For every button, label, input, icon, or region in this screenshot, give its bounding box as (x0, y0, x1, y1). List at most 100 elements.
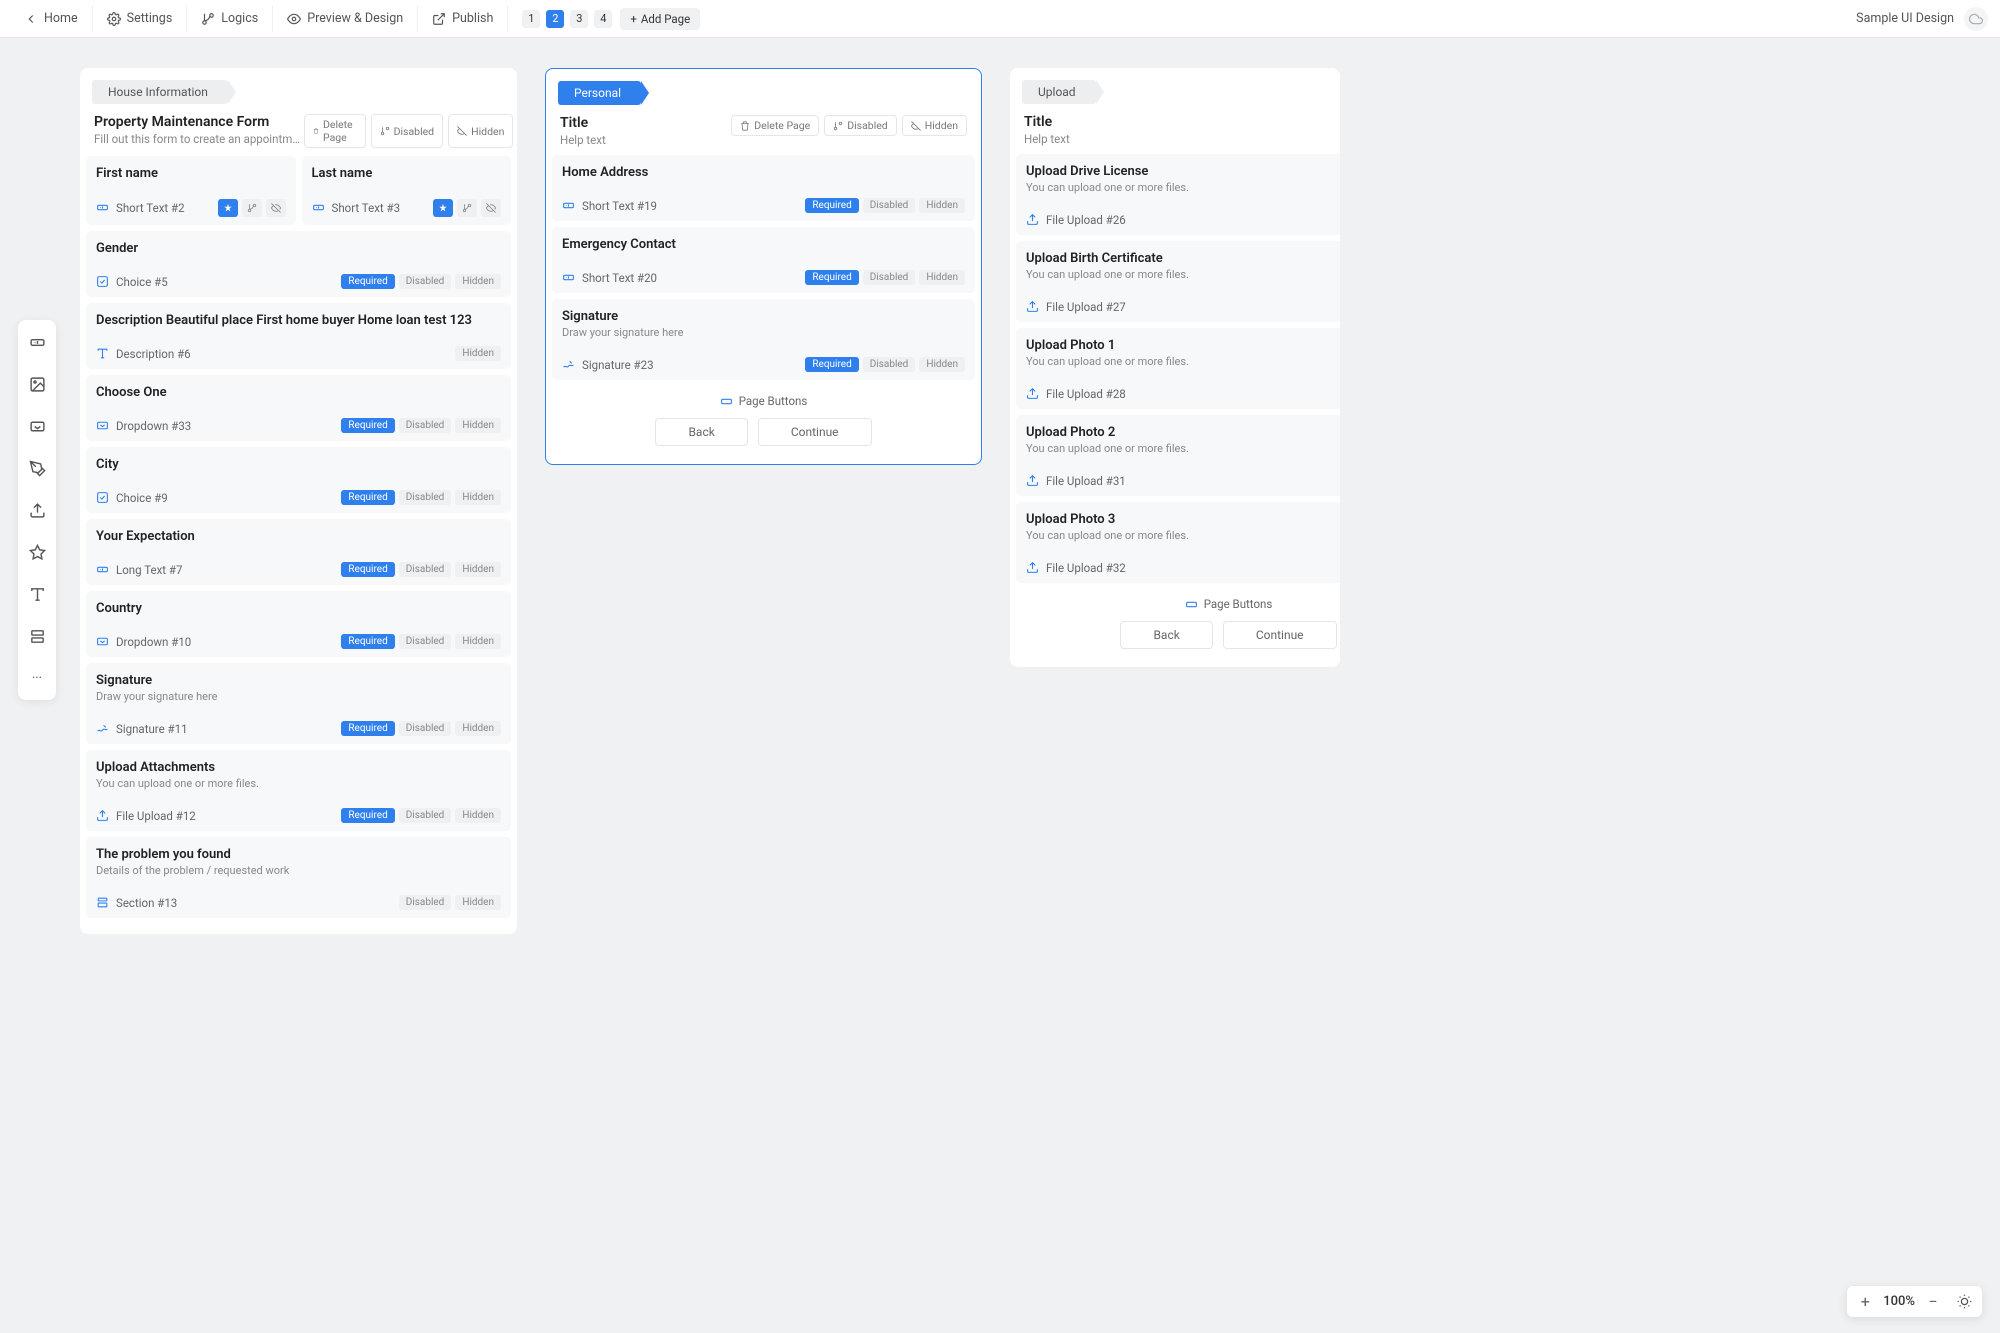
field-type-label: Dropdown #10 (96, 635, 191, 649)
form-field[interactable]: First name Short Text #2 (86, 156, 296, 225)
form-field[interactable]: Upload Drive License You can upload one … (1016, 154, 1340, 235)
short-text-icon (312, 201, 326, 215)
continue-button[interactable]: Continue (1223, 621, 1337, 649)
canvas[interactable]: House Information Property Maintenance F… (0, 38, 2000, 1333)
disable-page-button[interactable]: Disabled (824, 115, 897, 136)
disabled-flag[interactable]: Disabled (399, 418, 452, 433)
form-field[interactable]: Country Dropdown #10 RequiredDisabledHid… (86, 591, 511, 657)
form-field[interactable]: The problem you found Details of the pro… (86, 837, 511, 918)
upload-tool[interactable] (22, 496, 52, 524)
hidden-flag[interactable]: Hidden (455, 418, 501, 433)
hidden-flag[interactable]: Hidden (919, 198, 965, 213)
hidden-flag[interactable]: Hidden (455, 634, 501, 649)
more-tools[interactable]: ··· (22, 664, 52, 692)
page-num-3[interactable]: 3 (570, 10, 588, 28)
form-field[interactable]: Your Expectation Long Text #7 RequiredDi… (86, 519, 511, 585)
form-field[interactable]: Last name Short Text #3 (302, 156, 512, 225)
page-num-1[interactable]: 1 (522, 10, 540, 28)
disabled-flag[interactable]: Disabled (399, 721, 452, 736)
form-field[interactable]: Upload Birth Certificate You can upload … (1016, 241, 1340, 322)
required-icon-flag[interactable] (218, 199, 238, 217)
form-field[interactable]: Emergency Contact Short Text #20 Require… (552, 227, 975, 293)
required-flag[interactable]: Required (805, 357, 858, 372)
rating-tool[interactable] (22, 538, 52, 566)
page-num-2[interactable]: 2 (546, 10, 564, 28)
hidden-flag[interactable]: Hidden (455, 274, 501, 289)
disabled-flag[interactable]: Disabled (399, 808, 452, 823)
disabled-flag[interactable]: Disabled (863, 357, 916, 372)
logic-icon-flag[interactable] (242, 199, 262, 217)
hide-page-button[interactable]: Hidden (902, 115, 967, 136)
delete-page-button[interactable]: Delete Page (731, 115, 819, 136)
disabled-flag[interactable]: Disabled (863, 270, 916, 285)
logic-icon-flag[interactable] (457, 199, 477, 217)
required-flag[interactable]: Required (341, 490, 394, 505)
required-flag[interactable]: Required (341, 274, 394, 289)
form-field[interactable]: Home Address Short Text #19 RequiredDisa… (552, 155, 975, 221)
disabled-flag[interactable]: Disabled (399, 490, 452, 505)
form-field[interactable]: Signature Draw your signature here Signa… (86, 663, 511, 744)
hidden-flag[interactable]: Hidden (455, 490, 501, 505)
image-tool[interactable] (22, 370, 52, 398)
hidden-flag[interactable]: Hidden (919, 357, 965, 372)
hidden-icon-flag[interactable] (266, 199, 286, 217)
add-page-button[interactable]: + Add Page (620, 8, 700, 30)
page-card-1[interactable]: Personal Title Help text Delete PageDisa… (545, 68, 982, 465)
required-flag[interactable]: Required (341, 562, 394, 577)
preview-button[interactable]: Preview & Design (273, 5, 418, 32)
page-tab[interactable]: Personal (558, 81, 641, 105)
short-text-tool[interactable] (22, 328, 52, 356)
form-field[interactable]: Gender Choice #5 RequiredDisabledHidden (86, 231, 511, 297)
page-tab[interactable]: Upload (1022, 80, 1096, 104)
settings-button[interactable]: Settings (93, 5, 188, 32)
disabled-flag[interactable]: Disabled (399, 274, 452, 289)
hidden-flag[interactable]: Hidden (455, 721, 501, 736)
signature-tool[interactable] (22, 454, 52, 482)
form-field[interactable]: Description Beautiful place First home b… (86, 303, 511, 369)
hidden-icon-flag[interactable] (481, 199, 501, 217)
form-field[interactable]: Choose One Dropdown #33 RequiredDisabled… (86, 375, 511, 441)
text-tool[interactable] (22, 580, 52, 608)
disable-page-button[interactable]: Disabled (371, 114, 444, 148)
form-field[interactable]: Signature Draw your signature here Signa… (552, 299, 975, 380)
dropdown-tool[interactable] (22, 412, 52, 440)
logics-button[interactable]: Logics (187, 5, 273, 32)
hidden-flag[interactable]: Hidden (455, 562, 501, 577)
theme-toggle-button[interactable] (1957, 1294, 1972, 1309)
required-icon-flag[interactable] (433, 199, 453, 217)
disabled-flag[interactable]: Disabled (399, 562, 452, 577)
hidden-flag[interactable]: Hidden (455, 895, 501, 910)
zoom-out-button[interactable]: − (1925, 1292, 1941, 1311)
disabled-flag[interactable]: Disabled (399, 634, 452, 649)
required-flag[interactable]: Required (341, 634, 394, 649)
required-flag[interactable]: Required (341, 808, 394, 823)
required-flag[interactable]: Required (341, 721, 394, 736)
back-button[interactable]: Back (655, 418, 747, 446)
hidden-flag[interactable]: Hidden (455, 808, 501, 823)
required-flag[interactable]: Required (341, 418, 394, 433)
required-flag[interactable]: Required (805, 270, 858, 285)
page-num-4[interactable]: 4 (594, 10, 612, 28)
back-button[interactable]: Back (1120, 621, 1212, 649)
zoom-in-button[interactable]: + (1857, 1292, 1873, 1311)
cloud-sync-icon[interactable] (1964, 7, 1988, 31)
page-card-0[interactable]: House Information Property Maintenance F… (80, 68, 517, 934)
page-tab[interactable]: House Information (92, 80, 228, 104)
page-card-2[interactable]: Upload Title Help text Delete Page Uploa… (1010, 68, 1340, 667)
section-tool[interactable] (22, 622, 52, 650)
form-field[interactable]: Upload Photo 3 You can upload one or mor… (1016, 502, 1340, 583)
continue-button[interactable]: Continue (758, 418, 872, 446)
hide-page-button[interactable]: Hidden (448, 114, 513, 148)
hidden-flag[interactable]: Hidden (919, 270, 965, 285)
hidden-flag[interactable]: Hidden (455, 346, 501, 361)
required-flag[interactable]: Required (805, 198, 858, 213)
form-field[interactable]: Upload Attachments You can upload one or… (86, 750, 511, 831)
delete-page-button[interactable]: Delete Page (304, 114, 366, 148)
form-field[interactable]: Upload Photo 1 You can upload one or mor… (1016, 328, 1340, 409)
form-field[interactable]: Upload Photo 2 You can upload one or mor… (1016, 415, 1340, 496)
home-button[interactable]: Home (10, 5, 93, 32)
form-field[interactable]: City Choice #9 RequiredDisabledHidden (86, 447, 511, 513)
disabled-flag[interactable]: Disabled (399, 895, 452, 910)
disabled-flag[interactable]: Disabled (863, 198, 916, 213)
publish-button[interactable]: Publish (418, 5, 508, 32)
